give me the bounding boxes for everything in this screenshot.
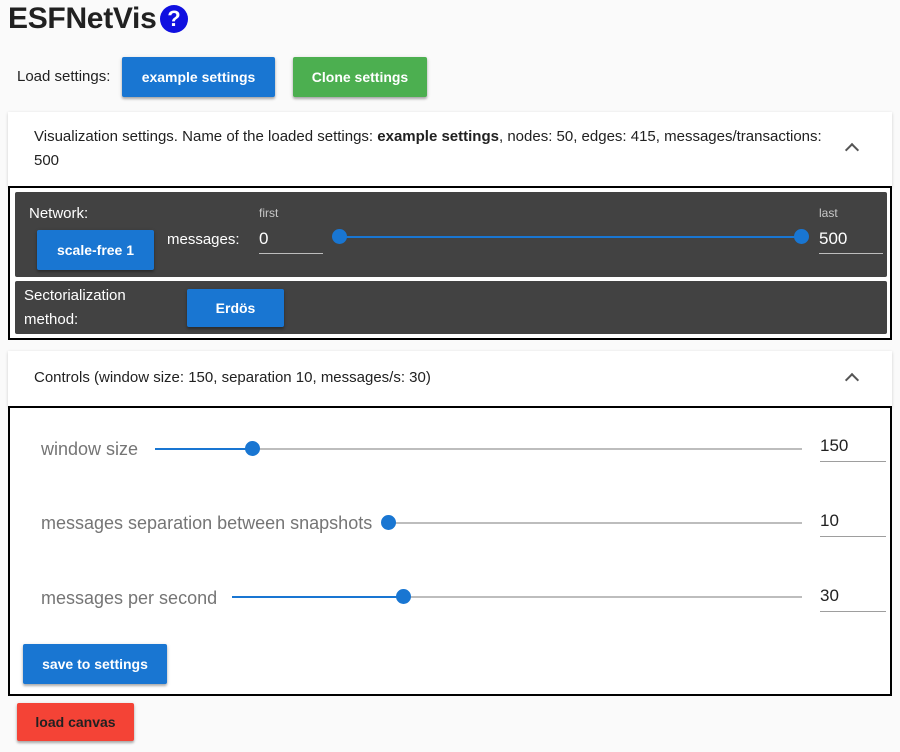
controls-body: window size messages separation between … — [8, 406, 892, 696]
separation-thumb[interactable] — [381, 515, 396, 530]
controls-header[interactable]: Controls (window size: 150, separation 1… — [34, 366, 431, 390]
messages-per-second-fill — [232, 596, 403, 598]
header-prefix: Visualization settings. Name of the load… — [34, 128, 378, 145]
last-message-input[interactable] — [819, 224, 883, 254]
sectorialization-section: Sectorialization method: Erdös — [15, 281, 887, 334]
first-caption: first — [259, 206, 279, 220]
separation-track[interactable] — [388, 522, 802, 524]
sectorialization-label: Sectorialization method: — [24, 287, 126, 328]
network-section: Network: scale-free 1 messages: first la… — [15, 192, 887, 277]
app-title: ESFNetVis — [8, 2, 157, 35]
last-caption: last — [819, 206, 838, 220]
window-size-input[interactable] — [820, 430, 886, 462]
window-size-label: window size — [41, 439, 139, 459]
load-settings-label: Load settings: — [17, 68, 111, 85]
messages-range-track[interactable] — [339, 236, 801, 238]
example-settings-button[interactable]: example settings — [122, 57, 275, 97]
controls-panel: Controls (window size: 150, separation 1… — [8, 351, 892, 407]
chevron-up-icon[interactable] — [844, 372, 860, 388]
network-label: Network: — [29, 205, 89, 222]
messages-label: messages: — [167, 231, 240, 248]
loaded-settings-name: example settings — [377, 128, 499, 145]
messages-per-second-label: messages per second — [41, 588, 218, 608]
separation-label: messages separation between snapshots — [41, 513, 373, 533]
sectorialization-method-button[interactable]: Erdös — [187, 289, 284, 327]
first-message-input[interactable] — [259, 224, 323, 254]
window-size-fill — [155, 448, 252, 450]
first-range-thumb[interactable] — [332, 229, 347, 244]
visualization-settings-panel: Visualization settings. Name of the load… — [8, 112, 892, 187]
messages-per-second-input[interactable] — [820, 580, 886, 612]
clone-settings-button[interactable]: Clone settings — [293, 57, 427, 97]
last-range-thumb[interactable] — [794, 229, 809, 244]
network-select-button[interactable]: scale-free 1 — [37, 230, 154, 270]
load-canvas-button[interactable]: load canvas — [17, 703, 134, 741]
visualization-settings-header[interactable]: Visualization settings. Name of the load… — [34, 125, 846, 173]
save-to-settings-button[interactable]: save to settings — [23, 644, 167, 684]
chevron-up-icon[interactable] — [844, 142, 860, 158]
help-circle-icon[interactable]: ? — [160, 5, 188, 33]
visualization-settings-body: Network: scale-free 1 messages: first la… — [8, 186, 892, 340]
separation-input[interactable] — [820, 505, 886, 537]
window-size-thumb[interactable] — [245, 441, 260, 456]
messages-per-second-thumb[interactable] — [396, 589, 411, 604]
